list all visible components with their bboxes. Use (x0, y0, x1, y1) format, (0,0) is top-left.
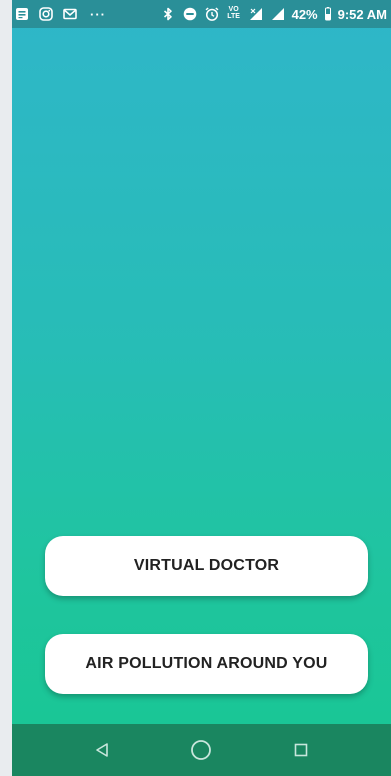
clock: 9:52 AM (337, 6, 387, 22)
battery-percent: 42% (291, 6, 318, 22)
back-button[interactable] (82, 730, 122, 770)
air-pollution-button[interactable]: AIR POLLUTION AROUND YOU (45, 634, 368, 694)
app-screen: ··· VO LTE 42% 9:52 AM VIRTUAL DOCTOR AI… (0, 0, 391, 776)
screen-edge (0, 0, 12, 776)
navigation-bar (12, 724, 391, 776)
alarm-icon (204, 6, 220, 22)
back-icon (94, 742, 110, 758)
instagram-icon (38, 6, 54, 22)
signal-4g-icon (270, 6, 286, 22)
recents-button[interactable] (281, 730, 321, 770)
signal-icon (248, 6, 264, 22)
home-icon (190, 739, 212, 761)
status-left-icons: ··· (12, 6, 110, 22)
gmail-icon (62, 6, 78, 22)
notes-icon (14, 6, 30, 22)
status-right-icons: VO LTE 42% 9:52 AM (160, 6, 391, 22)
home-button[interactable] (181, 730, 221, 770)
volte-icon: VO LTE (227, 6, 240, 20)
recents-icon (294, 743, 308, 757)
more-notifications-indicator: ··· (90, 6, 106, 22)
do-not-disturb-icon (182, 6, 198, 22)
virtual-doctor-button[interactable]: VIRTUAL DOCTOR (45, 536, 368, 596)
status-bar: ··· VO LTE 42% 9:52 AM (12, 0, 391, 28)
bluetooth-icon (160, 6, 176, 22)
battery-icon (324, 6, 332, 22)
